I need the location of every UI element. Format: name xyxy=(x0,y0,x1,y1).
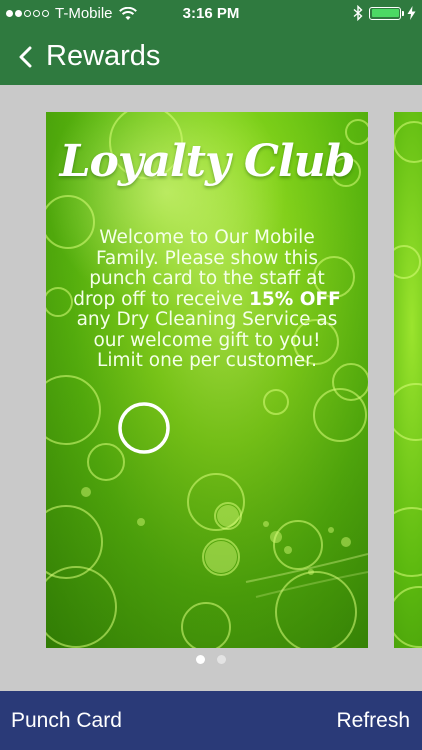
punch-card-button[interactable]: Punch Card xyxy=(11,691,122,750)
status-bar: T-Mobile 3:16 PM xyxy=(0,0,422,28)
welcome-message: Welcome to Our Mobile Family. Please sho… xyxy=(68,227,346,372)
welcome-text-end: any Dry Cleaning Service as our welcome … xyxy=(76,309,338,371)
charging-bolt-icon xyxy=(407,6,416,20)
loyalty-club-title: Loyalty Club xyxy=(59,136,356,187)
page-title: Rewards xyxy=(46,40,161,72)
page-dot-1[interactable] xyxy=(196,655,205,664)
page-indicator[interactable] xyxy=(0,655,422,664)
chevron-left-icon xyxy=(19,46,32,67)
loyalty-card[interactable]: Loyalty Club Welcome to Our Mobile Famil… xyxy=(46,112,368,648)
battery-icon xyxy=(369,6,404,20)
next-card-peek[interactable] xyxy=(394,112,422,648)
bottom-toolbar: Punch Card Refresh xyxy=(0,691,422,750)
bluetooth-icon xyxy=(353,5,363,21)
navigation-bar: Rewards xyxy=(0,28,422,85)
discount-highlight: 15% OFF xyxy=(249,288,341,310)
status-right xyxy=(353,5,416,21)
page-dot-2[interactable] xyxy=(217,655,226,664)
refresh-button[interactable]: Refresh xyxy=(336,691,410,750)
rewards-carousel[interactable]: Loyalty Club Welcome to Our Mobile Famil… xyxy=(0,85,422,691)
bokeh-background-graphic xyxy=(46,112,368,648)
bokeh-background-graphic xyxy=(394,121,422,648)
back-button[interactable]: Rewards xyxy=(18,28,160,85)
